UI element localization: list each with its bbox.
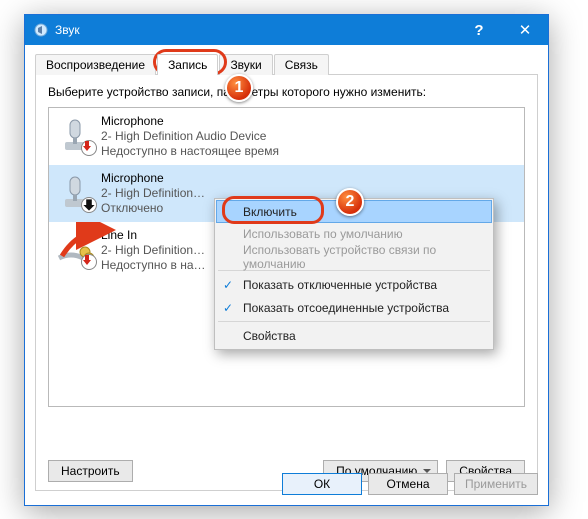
title-bar[interactable]: Звук ? ✕ [25,15,548,45]
apply-button[interactable]: Применить [454,473,538,495]
menu-item-use-comm-default[interactable]: Использовать устройство связи по умолчан… [217,245,491,268]
cancel-button[interactable]: Отмена [368,473,448,495]
status-badge-disabled-icon [81,197,97,213]
device-state: Недоступно в настоящее время [101,144,279,159]
menu-item-properties[interactable]: Свойства [217,324,491,347]
device-sub: 2- High Definition… [101,186,205,201]
context-menu: Включить Использовать по умолчанию Испол… [214,198,494,350]
status-badge-down-icon [81,140,97,156]
dialog-buttons: ОК Отмена Применить [35,473,538,495]
annotation-callout-1: 1 [225,74,253,102]
menu-item-label: Показать отключенные устройства [243,278,437,292]
device-text: Line In 2- High Definition… Недоступно в… [101,228,206,273]
microphone-icon [55,171,95,211]
instruction-text: Выберите устройство записи, параметры ко… [48,85,525,99]
ok-button[interactable]: ОК [282,473,362,495]
menu-item-show-disconnected[interactable]: ✓ Показать отсоединенные устройства [217,296,491,319]
close-button[interactable]: ✕ [502,15,548,45]
check-icon: ✓ [223,278,233,292]
check-icon: ✓ [223,301,233,315]
device-state: Отключено [101,201,205,216]
help-button[interactable]: ? [456,15,502,45]
annotation-arrow-icon [60,222,116,262]
tab-recording[interactable]: Запись [157,54,218,75]
device-name: Microphone [101,114,279,129]
microphone-icon [55,114,95,154]
device-text: Microphone 2- High Definition… Отключено [101,171,205,216]
device-item[interactable]: Microphone 2- High Definition Audio Devi… [49,108,524,165]
device-state: Недоступно в на… [101,258,206,273]
device-name: Line In [101,228,206,243]
menu-item-show-disabled[interactable]: ✓ Показать отключенные устройства [217,273,491,296]
annotation-callout-2: 2 [336,188,364,216]
app-icon [33,22,49,38]
window-title: Звук [55,23,456,37]
tabstrip: Воспроизведение Запись Звуки Связь [35,53,538,75]
menu-separator [218,321,490,322]
device-sub: 2- High Definition Audio Device [101,129,279,144]
tab-sounds[interactable]: Звуки [219,54,272,75]
device-text: Microphone 2- High Definition Audio Devi… [101,114,279,159]
window-buttons: ? ✕ [456,15,548,45]
menu-item-label: Показать отсоединенные устройства [243,301,449,315]
tab-communications[interactable]: Связь [274,54,329,75]
tab-playback[interactable]: Воспроизведение [35,54,156,75]
device-name: Microphone [101,171,205,186]
device-sub: 2- High Definition… [101,243,206,258]
